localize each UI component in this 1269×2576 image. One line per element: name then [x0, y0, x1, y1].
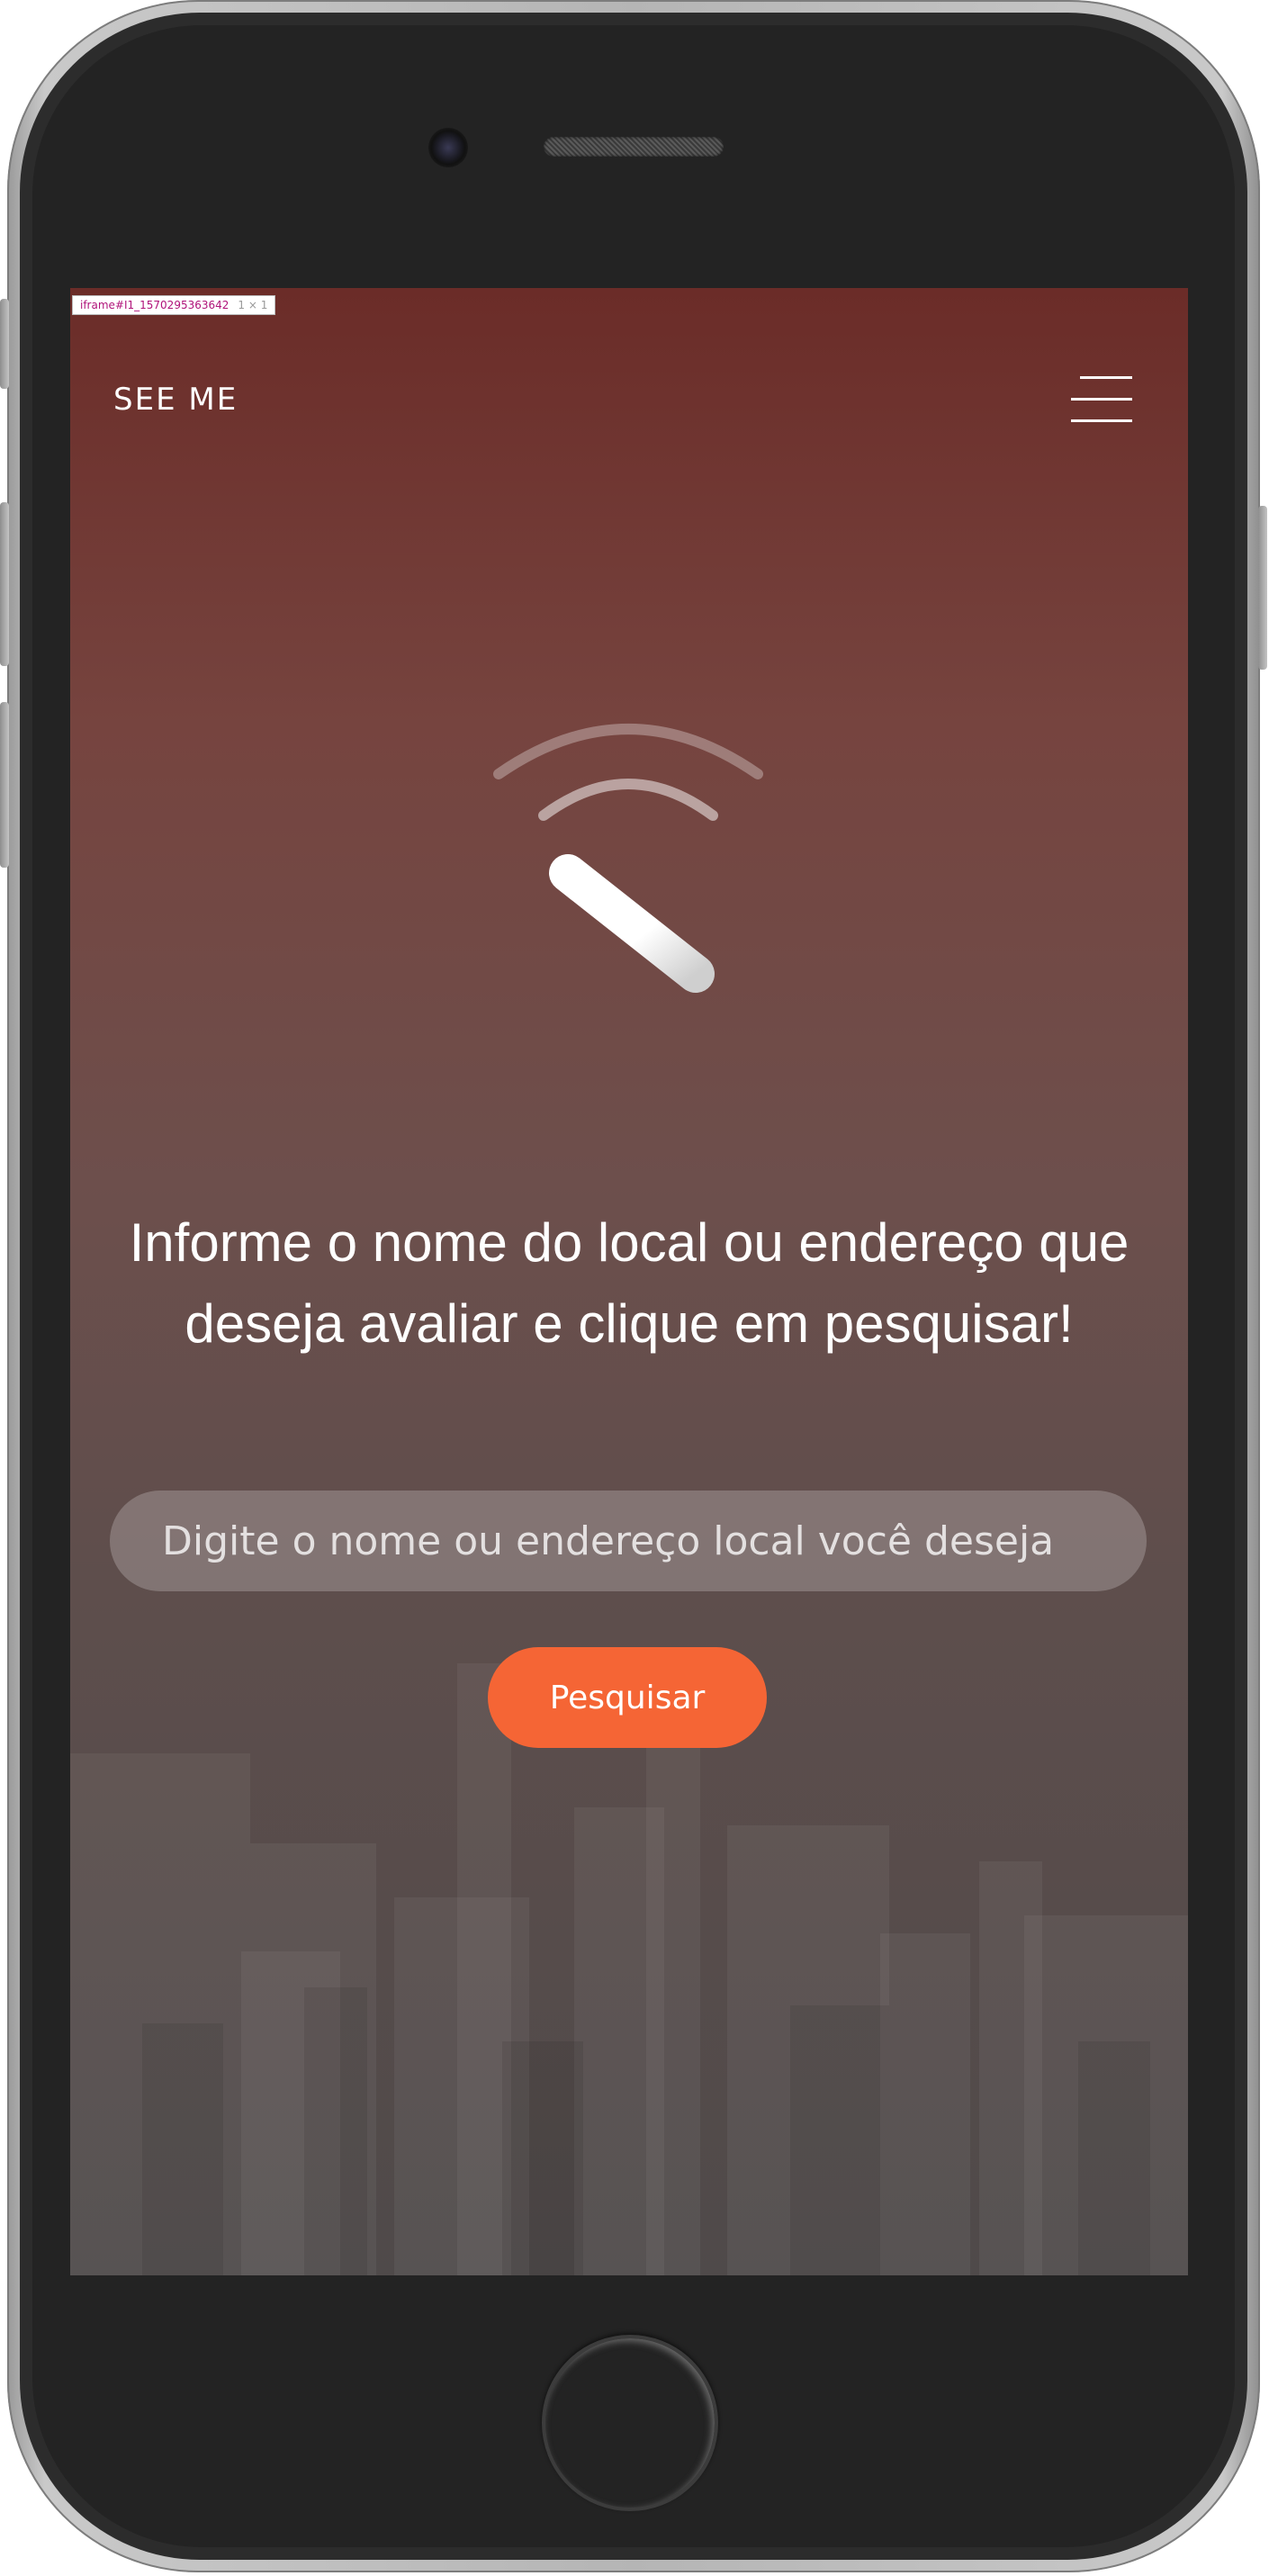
brand-title[interactable]: SEE ME: [113, 382, 238, 418]
search-field[interactable]: [110, 1491, 1147, 1591]
home-button[interactable]: [542, 2335, 718, 2511]
devtools-element-label: iframe#I1_1570295363642 1 × 1: [72, 295, 276, 315]
hamburger-icon-line-middle: [1071, 398, 1132, 401]
search-input[interactable]: [110, 1491, 1147, 1591]
page-headline: Informe o nome do local ou endereço que …: [129, 1212, 1130, 1354]
phone-volume-up-button: [0, 502, 9, 666]
search-button[interactable]: Pesquisar: [488, 1647, 767, 1748]
phone-silent-switch: [0, 299, 9, 389]
hamburger-icon-line-top: [1080, 376, 1132, 379]
devtools-element-size: 1 × 1: [238, 299, 268, 311]
app-screen: iframe#I1_1570295363642 1 × 1 SEE ME Info…: [70, 288, 1188, 2275]
signal-n-logo-icon: [493, 724, 763, 993]
earpiece-speaker: [544, 137, 724, 157]
devtools-element-name: iframe#I1_1570295363642: [80, 299, 230, 311]
hamburger-menu-button[interactable]: [1071, 376, 1132, 427]
hamburger-icon-line-bottom: [1071, 419, 1132, 422]
front-camera: [428, 128, 468, 167]
phone-volume-down-button: [0, 702, 9, 868]
phone-power-button: [1258, 506, 1267, 670]
